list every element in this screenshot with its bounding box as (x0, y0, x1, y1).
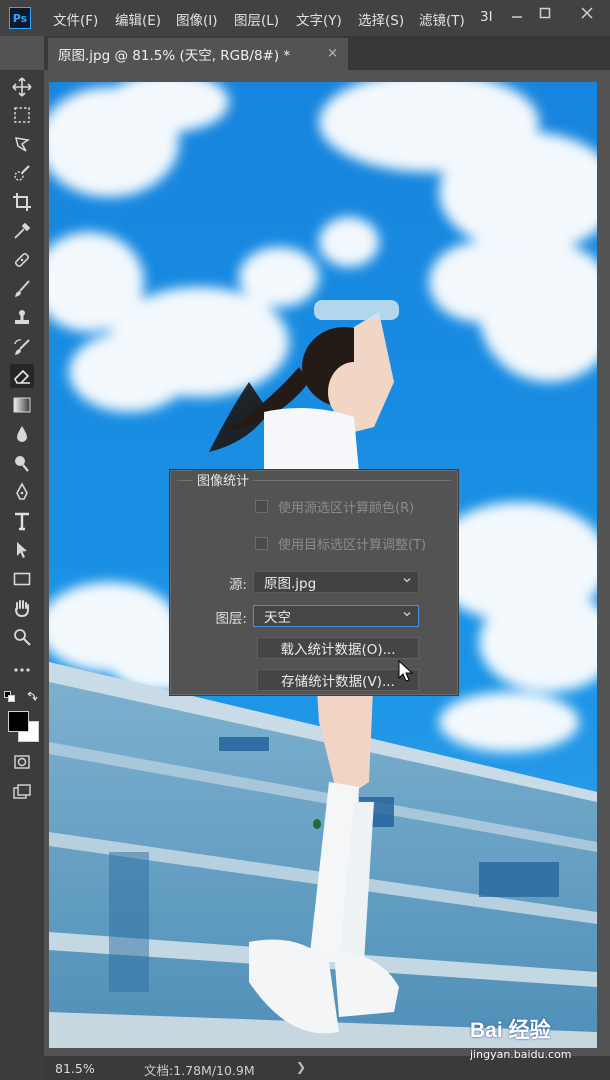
document-size-info: 文档:1.78M/10.9M (144, 1063, 255, 1078)
layer-select[interactable]: 天空 (253, 605, 419, 627)
move-tool-icon[interactable] (10, 75, 34, 99)
menu-bar: Ps 文件(F) 编辑(E) 图像(I) 图层(L) 文字(Y) 选择(S) 滤… (0, 0, 610, 36)
lasso-tool-icon[interactable] (10, 132, 34, 156)
pen-tool-icon[interactable] (10, 480, 34, 504)
layer-label: 图层: (215, 611, 247, 627)
zoom-level-field[interactable]: 81.5% (44, 1056, 124, 1080)
minimize-icon[interactable] (502, 2, 532, 24)
watermark-logo: Bai 经验 (470, 1019, 551, 1042)
image-statistics-dialog: 图像统计 使用源选区计算颜色(R) 使用目标选区计算调整(T) 源: 原图.jp… (170, 470, 458, 695)
healing-brush-tool-icon[interactable] (10, 248, 34, 272)
dialog-title: 图像统计 (193, 470, 254, 489)
mouse-cursor-icon (398, 660, 414, 682)
use-target-selection-label: 使用目标选区计算调整(T) (278, 537, 427, 553)
default-colors-icon[interactable] (4, 688, 16, 702)
menu-select[interactable]: 选择(S) (358, 9, 404, 29)
load-statistics-button[interactable]: 载入统计数据(O)... (257, 637, 419, 659)
type-tool-icon[interactable] (10, 509, 34, 533)
maximize-icon[interactable] (530, 2, 560, 24)
marquee-tool-icon[interactable] (10, 103, 34, 127)
chevron-down-icon (403, 612, 411, 617)
use-target-selection-option[interactable]: 使用目标选区计算调整(T) (255, 534, 427, 553)
eraser-tool-icon[interactable] (10, 364, 34, 388)
source-label: 源: (228, 577, 247, 593)
menu-edit[interactable]: 编辑(E) (115, 9, 161, 29)
more-tools-icon[interactable] (10, 658, 34, 682)
tab-close-icon[interactable]: × (327, 46, 338, 61)
brush-tool-icon[interactable] (10, 277, 34, 301)
tools-panel (0, 70, 44, 1080)
close-window-icon[interactable] (572, 2, 602, 24)
dodge-tool-icon[interactable] (10, 451, 34, 475)
layer-select-value: 天空 (264, 610, 291, 626)
crop-tool-icon[interactable] (10, 190, 34, 214)
menu-filter[interactable]: 滤镜(T) (419, 9, 465, 29)
menu-3d[interactable]: 3I (480, 9, 493, 25)
use-source-selection-checkbox[interactable] (255, 499, 268, 513)
path-selection-tool-icon[interactable] (10, 538, 34, 562)
use-target-selection-checkbox[interactable] (255, 536, 268, 550)
use-source-selection-label: 使用源选区计算颜色(R) (278, 500, 415, 516)
source-select-value: 原图.jpg (264, 576, 317, 592)
quick-mask-icon[interactable] (10, 750, 34, 774)
status-menu-arrow-icon[interactable]: ❯ (296, 1060, 306, 1074)
source-select[interactable]: 原图.jpg (253, 571, 419, 593)
eyedropper-tool-icon[interactable] (10, 219, 34, 243)
history-brush-tool-icon[interactable] (10, 335, 34, 359)
watermark-url: jingyan.baidu.com (470, 1048, 572, 1061)
zoom-tool-icon[interactable] (10, 625, 34, 649)
document-tab-title: 原图.jpg @ 81.5% (天空, RGB/8#) * (58, 48, 291, 64)
photoshop-logo: Ps (9, 7, 31, 29)
menu-file[interactable]: 文件(F) (53, 9, 98, 29)
screen-mode-icon[interactable] (10, 780, 34, 804)
menu-type[interactable]: 文字(Y) (296, 9, 342, 29)
baidu-jingyan-watermark: Bai 经验 jingyan.baidu.com (470, 1014, 610, 1066)
menu-image[interactable]: 图像(I) (176, 9, 218, 29)
chevron-down-icon (403, 578, 411, 583)
swap-colors-icon[interactable] (26, 687, 38, 702)
clone-stamp-tool-icon[interactable] (10, 306, 34, 330)
blur-tool-icon[interactable] (10, 422, 34, 446)
foreground-color-swatch[interactable] (8, 711, 29, 732)
save-statistics-button[interactable]: 存储统计数据(V)... (257, 669, 419, 691)
rectangle-tool-icon[interactable] (10, 567, 34, 591)
menu-layer[interactable]: 图层(L) (234, 9, 279, 29)
document-tab[interactable]: 原图.jpg @ 81.5% (天空, RGB/8#) * × (48, 38, 348, 70)
use-source-selection-option[interactable]: 使用源选区计算颜色(R) (255, 497, 415, 516)
hand-tool-icon[interactable] (10, 596, 34, 620)
quick-selection-tool-icon[interactable] (10, 161, 34, 185)
document-tab-bar: 原图.jpg @ 81.5% (天空, RGB/8#) * × (44, 36, 610, 70)
gradient-tool-icon[interactable] (10, 393, 34, 417)
